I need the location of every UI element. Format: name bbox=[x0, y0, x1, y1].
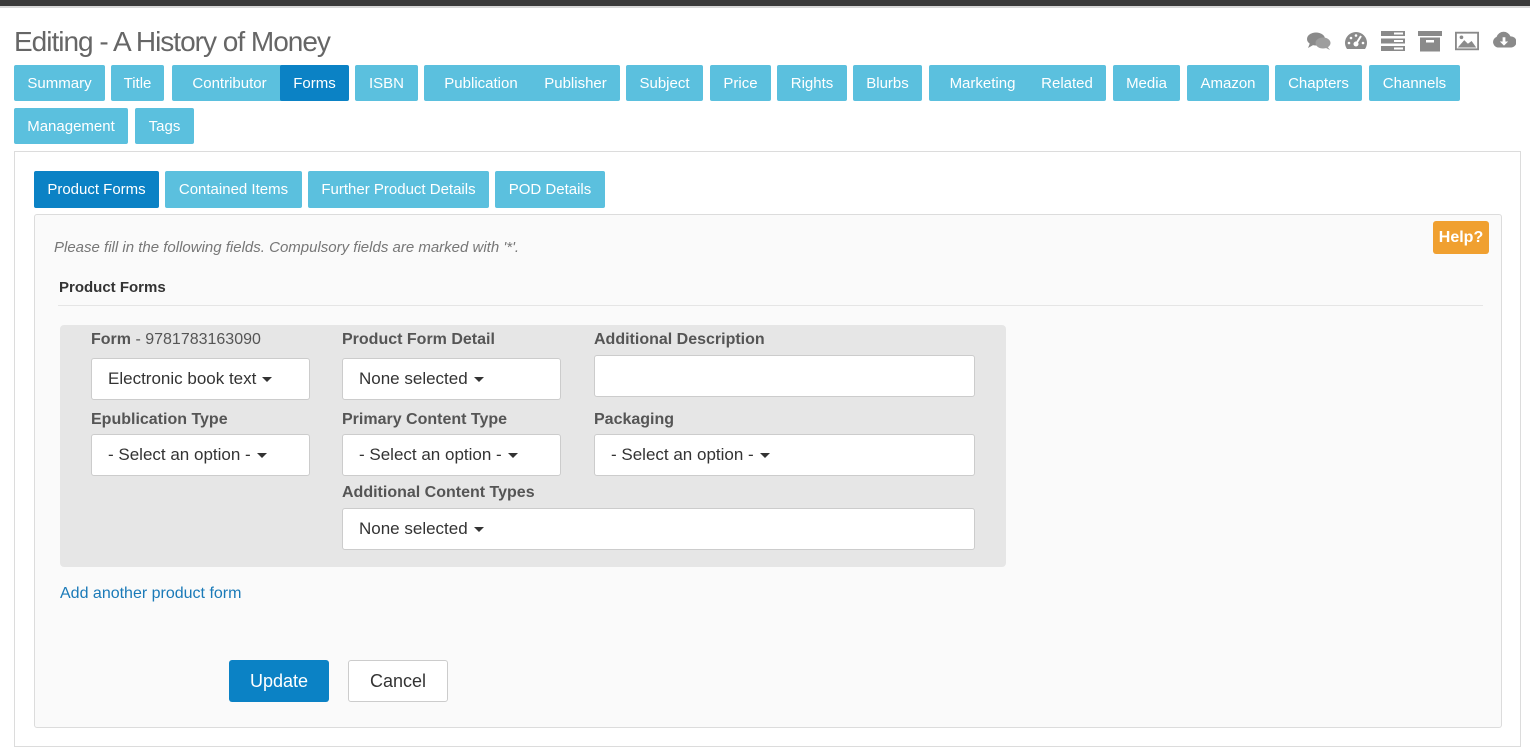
tab-publisher[interactable]: Publisher bbox=[531, 65, 620, 101]
image-icon[interactable] bbox=[1455, 30, 1479, 52]
caret-down-icon bbox=[256, 452, 267, 458]
archive-icon[interactable] bbox=[1418, 30, 1442, 52]
add-product-form-link[interactable]: Add another product form bbox=[60, 585, 241, 603]
subtab-further-product-details[interactable]: Further Product Details bbox=[308, 171, 489, 208]
additional-content-types-label: Additional Content Types bbox=[342, 484, 535, 501]
list-icon[interactable] bbox=[1381, 30, 1405, 52]
update-button[interactable]: Update bbox=[229, 660, 329, 702]
cancel-button[interactable]: Cancel bbox=[348, 660, 448, 702]
section-title: Product Forms bbox=[59, 279, 166, 296]
tab-rights[interactable]: Rights bbox=[777, 65, 847, 101]
tab-related[interactable]: Related bbox=[1028, 65, 1106, 101]
tab-title[interactable]: Title bbox=[111, 65, 164, 101]
caret-down-icon bbox=[262, 376, 273, 382]
tab-blurbs[interactable]: Blurbs bbox=[853, 65, 922, 101]
caret-down-icon bbox=[473, 376, 484, 382]
tab-media[interactable]: Media bbox=[1113, 65, 1180, 101]
additional-description-label: Additional Description bbox=[594, 331, 765, 348]
product-form-detail-dropdown[interactable]: None selected bbox=[342, 358, 561, 400]
tab-isbn[interactable]: ISBN bbox=[355, 65, 418, 101]
page-title: Editing - A History of Money bbox=[14, 26, 331, 57]
dashboard-icon[interactable] bbox=[1344, 30, 1368, 52]
caret-down-icon bbox=[759, 452, 770, 458]
form-dropdown[interactable]: Electronic book text bbox=[91, 358, 310, 400]
section-divider bbox=[58, 305, 1483, 306]
packaging-label: Packaging bbox=[594, 411, 675, 428]
primary-content-type-dropdown[interactable]: - Select an option - bbox=[342, 434, 561, 476]
tab-marketing[interactable]: Marketing bbox=[929, 65, 1036, 101]
primary-content-type-label: Primary Content Type bbox=[342, 411, 508, 428]
cloud-download-icon[interactable] bbox=[1492, 30, 1516, 52]
help-button[interactable]: Help? bbox=[1433, 221, 1489, 254]
instructions-text: Please fill in the following fields. Com… bbox=[54, 239, 520, 256]
tab-price[interactable]: Price bbox=[710, 65, 771, 101]
tab-summary[interactable]: Summary bbox=[14, 65, 105, 101]
epublication-type-label: Epublication Type bbox=[91, 411, 228, 428]
subtab-contained-items[interactable]: Contained Items bbox=[165, 171, 302, 208]
tab-subject[interactable]: Subject bbox=[626, 65, 703, 101]
subtab-product-forms[interactable]: Product Forms bbox=[34, 171, 159, 208]
window-top-shadow bbox=[0, 6, 1530, 8]
tab-contributor[interactable]: Contributor bbox=[172, 65, 287, 101]
subtab-pod-details[interactable]: POD Details bbox=[495, 171, 605, 208]
additional-content-types-dropdown[interactable]: None selected bbox=[342, 508, 975, 550]
tab-tags[interactable]: Tags bbox=[135, 108, 194, 144]
tab-management[interactable]: Management bbox=[14, 108, 128, 144]
epublication-type-dropdown[interactable]: - Select an option - bbox=[91, 434, 310, 476]
packaging-dropdown[interactable]: - Select an option - bbox=[594, 434, 975, 476]
tab-forms[interactable]: Forms bbox=[280, 65, 349, 101]
form-isbn: - 9781783163090 bbox=[131, 331, 261, 348]
tab-publication[interactable]: Publication bbox=[424, 65, 538, 101]
caret-down-icon bbox=[473, 526, 484, 532]
tab-amazon[interactable]: Amazon bbox=[1187, 65, 1269, 101]
form-label: Form - 9781783163090 bbox=[91, 331, 261, 348]
tab-channels[interactable]: Channels bbox=[1369, 65, 1460, 101]
product-form-detail-label: Product Form Detail bbox=[342, 331, 495, 348]
additional-description-input[interactable] bbox=[594, 355, 975, 397]
tab-chapters[interactable]: Chapters bbox=[1275, 65, 1362, 101]
toolbar bbox=[1307, 30, 1516, 52]
comments-icon[interactable] bbox=[1307, 30, 1331, 52]
caret-down-icon bbox=[507, 452, 518, 458]
